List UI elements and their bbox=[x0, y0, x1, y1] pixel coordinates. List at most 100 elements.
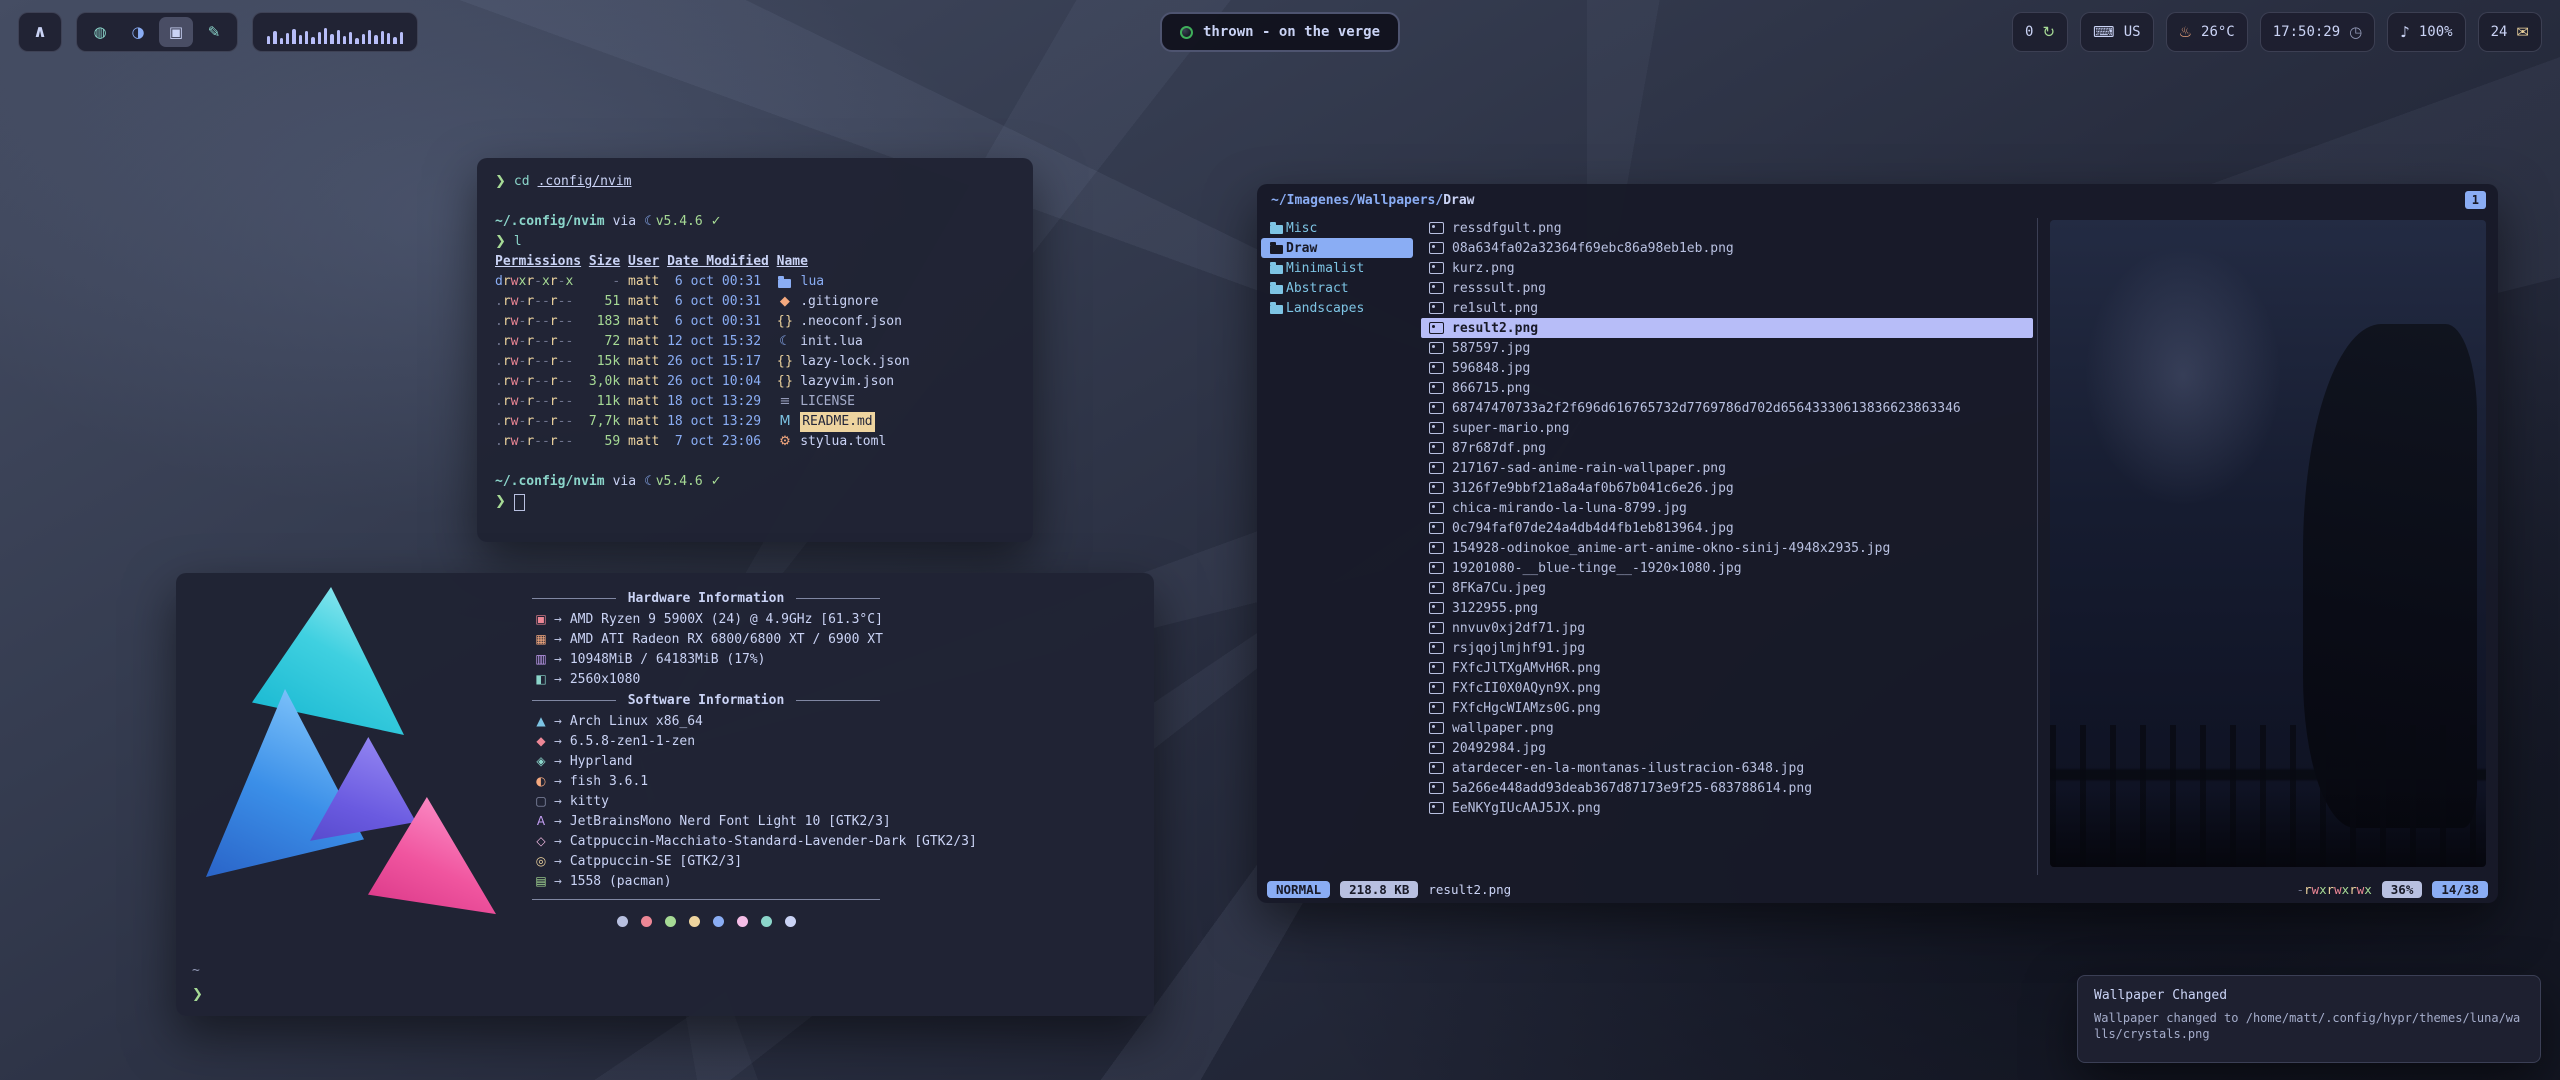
workspace-3-button[interactable]: ▣ bbox=[159, 17, 193, 47]
arrow-icon: → bbox=[554, 714, 562, 729]
file-item[interactable]: 5a266e448add93deab367d87173e9f25-6837886… bbox=[1421, 778, 2033, 798]
arrow-icon: → bbox=[554, 834, 562, 849]
file-item[interactable]: resssult.png bbox=[1421, 278, 2033, 298]
command-text: cd bbox=[514, 172, 530, 192]
image-file-icon bbox=[1429, 422, 1444, 434]
file-permissions: drwxr-xr-x bbox=[495, 272, 581, 292]
file-item[interactable]: 866715.png bbox=[1421, 378, 2033, 398]
file-item[interactable]: 20492984.jpg bbox=[1421, 738, 2033, 758]
file-item[interactable]: 0c794faf07de24a4db4d4fb1eb813964.jpg bbox=[1421, 518, 2033, 538]
file-item-name: nnvuv0xj2df71.jpg bbox=[1452, 621, 1585, 636]
file-item[interactable]: 8FKa7Cu.jpeg bbox=[1421, 578, 2033, 598]
file-item[interactable]: rsjqojlmjhf91.jpg bbox=[1421, 638, 2033, 658]
via-label: via bbox=[613, 212, 636, 232]
file-item-name: resssult.png bbox=[1452, 281, 1546, 296]
file-item[interactable]: super-mario.png bbox=[1421, 418, 2033, 438]
graph-bar bbox=[299, 35, 302, 44]
file-item[interactable]: 154928-odinokoe_anime-art-anime-okno-sin… bbox=[1421, 538, 2033, 558]
file-item-name: rsjqojlmjhf91.jpg bbox=[1452, 641, 1585, 656]
file-manager-header: ~/Imagenes/Wallpapers/Draw 1 bbox=[1257, 184, 2498, 216]
file-item[interactable]: FXfcII0X0AQyn9X.png bbox=[1421, 678, 2033, 698]
bar-right-modules: 0↻ ⌨US ♨ 26°C 17:50:29◷ ♪100% 24✉ bbox=[2012, 12, 2542, 52]
updates-module[interactable]: 0↻ bbox=[2012, 12, 2068, 52]
volume-module[interactable]: ♪100% bbox=[2387, 12, 2465, 52]
media-player-module[interactable]: thrown - on the verge bbox=[1160, 12, 1400, 52]
bar-center: thrown - on the verge bbox=[1160, 12, 1400, 52]
file-item-name: 5a266e448add93deab367d87173e9f25-6837886… bbox=[1452, 781, 1812, 796]
arrow-icon: → bbox=[554, 612, 562, 627]
file-size: 3,0k bbox=[589, 372, 620, 392]
bell-icon: ✉ bbox=[2516, 23, 2529, 41]
sidebar-folder-draw[interactable]: Draw bbox=[1261, 238, 1413, 258]
file-item[interactable]: 68747470733a2f2f696d616765732d7769786d70… bbox=[1421, 398, 2033, 418]
os-value: Arch Linux x86_64 bbox=[570, 714, 703, 729]
keyboard-layout-module-text: US bbox=[2124, 24, 2141, 40]
file-item[interactable]: kurz.png bbox=[1421, 258, 2033, 278]
thermometer-icon: ♨ bbox=[2179, 23, 2192, 41]
file-item[interactable]: FXfcHgcWIAMzs0G.png bbox=[1421, 698, 2033, 718]
file-item[interactable]: 3126f7e9bbf21a8a4af0b67b041c6e26.jpg bbox=[1421, 478, 2033, 498]
file-date-modified: 6 oct 00:31 bbox=[667, 312, 769, 332]
tab-indicator-badge[interactable]: 1 bbox=[2465, 191, 2486, 209]
file-item[interactable]: 08a634fa02a32364f69ebc86a98eb1eb.png bbox=[1421, 238, 2033, 258]
temperature-module-text: 26°C bbox=[2201, 24, 2235, 40]
graph-bar bbox=[286, 33, 289, 44]
file-item-name: EeNKYgIUcAAJ5JX.png bbox=[1452, 801, 1601, 816]
file-item[interactable]: EeNKYgIUcAAJ5JX.png bbox=[1421, 798, 2033, 818]
keyboard-layout-module[interactable]: ⌨US bbox=[2080, 12, 2154, 52]
file-item[interactable]: atardecer-en-la-montanas-ilustracion-634… bbox=[1421, 758, 2033, 778]
file-item[interactable]: re1sult.png bbox=[1421, 298, 2033, 318]
cpu-icon: ▣ bbox=[532, 612, 550, 626]
file-item[interactable]: result2.png bbox=[1421, 318, 2033, 338]
sidebar-folder-minimalist[interactable]: Minimalist bbox=[1261, 258, 1413, 278]
temperature-module[interactable]: ♨ 26°C bbox=[2166, 12, 2248, 52]
system-graph-module[interactable] bbox=[252, 12, 418, 52]
file-item[interactable]: 596848.jpg bbox=[1421, 358, 2033, 378]
file-item[interactable]: 3122955.png bbox=[1421, 598, 2033, 618]
notification-popup[interactable]: Wallpaper Changed Wallpaper changed to /… bbox=[2077, 975, 2541, 1063]
section-footer-line bbox=[532, 899, 880, 900]
file-item[interactable]: nnvuv0xj2df71.jpg bbox=[1421, 618, 2033, 638]
shell-icon: ◐ bbox=[532, 774, 550, 788]
icon-theme-line: ◎→Catppuccin-SE [GTK2/3] bbox=[532, 851, 1132, 871]
graph-bar bbox=[381, 31, 384, 44]
file-item[interactable]: 87r687df.png bbox=[1421, 438, 2033, 458]
workspace-switcher: ◍◑▣✎ bbox=[76, 12, 238, 52]
file-date-modified: 6 oct 00:31 bbox=[667, 272, 769, 292]
workspace-1-button[interactable]: ◍ bbox=[83, 17, 117, 47]
arrow-icon: → bbox=[554, 774, 562, 789]
shell-line: ◐ → fish 3.6.1 bbox=[532, 771, 1132, 791]
image-file-icon bbox=[1429, 562, 1444, 574]
file-item[interactable]: 587597.jpg bbox=[1421, 338, 2033, 358]
workspace-4-button[interactable]: ✎ bbox=[197, 17, 231, 47]
notifications-module[interactable]: 24✉ bbox=[2478, 12, 2542, 52]
file-name-cell: MREADME.md bbox=[777, 412, 1015, 432]
file-permissions: .rw-r--r-- bbox=[495, 312, 581, 332]
sidebar-folder-landscapes[interactable]: Landscapes bbox=[1261, 298, 1413, 318]
arrow-icon: → bbox=[554, 632, 562, 647]
clock-module[interactable]: 17:50:29◷ bbox=[2260, 12, 2376, 52]
image-file-icon bbox=[1429, 242, 1444, 254]
file-name-cell: ☾init.lua bbox=[777, 332, 1015, 352]
terminal-window-nvim-config[interactable]: ❯ cd .config/nvim ~/.config/nvim via ☾ v… bbox=[477, 158, 1033, 542]
cpu-line: ▣→AMD Ryzen 9 5900X (24) @ 4.9GHz [61.3°… bbox=[532, 609, 1132, 629]
file-item[interactable]: 19201080-__blue-tinge__-1920×1080.jpg bbox=[1421, 558, 2033, 578]
file-item[interactable]: ressdfgult.png bbox=[1421, 218, 2033, 238]
file-manager-window[interactable]: ~/Imagenes/Wallpapers/Draw 1 MiscDrawMin… bbox=[1257, 184, 2498, 903]
os-icon: ▲ bbox=[532, 714, 550, 728]
file-size: 51 bbox=[589, 292, 620, 312]
workspace-2-button[interactable]: ◑ bbox=[121, 17, 155, 47]
file-manager-status-bar: NORMAL 218.8 KB result2.png -rwxrwxrwx 3… bbox=[1257, 875, 2498, 903]
sidebar-folder-abstract[interactable]: Abstract bbox=[1261, 278, 1413, 298]
sidebar-folder-misc[interactable]: Misc bbox=[1261, 218, 1413, 238]
terminal-window-fetch[interactable]: Hardware Information ▣→AMD Ryzen 9 5900X… bbox=[176, 573, 1154, 1016]
image-file-icon bbox=[1429, 762, 1444, 774]
file-item[interactable]: FXfcJlTXgAMvH6R.png bbox=[1421, 658, 2033, 678]
file-item[interactable]: 217167-sad-anime-rain-wallpaper.png bbox=[1421, 458, 2033, 478]
file-item[interactable]: chica-mirando-la-luna-8799.jpg bbox=[1421, 498, 2033, 518]
packages-icon: ▤ bbox=[532, 874, 550, 888]
shell-value: fish 3.6.1 bbox=[570, 774, 648, 789]
file-item[interactable]: wallpaper.png bbox=[1421, 718, 2033, 738]
file-name-cell: {}lazy-lock.json bbox=[777, 352, 1015, 372]
app-launcher-button[interactable]: ∧ bbox=[18, 12, 62, 52]
